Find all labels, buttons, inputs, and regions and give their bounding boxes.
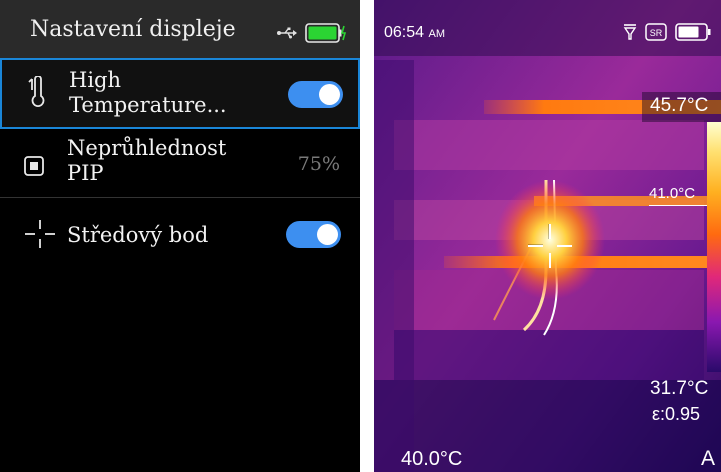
pip-square-icon — [24, 156, 44, 176]
setting-high-temperature[interactable]: High Temperature... — [0, 58, 360, 129]
setting-center-point[interactable]: Středový bod — [0, 200, 360, 270]
center-point-label: Středový bod — [67, 223, 209, 247]
min-temp-readout: 31.7°C — [650, 378, 709, 399]
clock: 06:54 AM — [384, 24, 445, 42]
battery-icon — [675, 23, 711, 41]
max-temp-readout: 45.7°C — [650, 95, 709, 116]
high-temperature-toggle[interactable] — [288, 81, 343, 108]
setting-pip-opacity[interactable]: Neprůhlednost PIP 75% — [0, 132, 360, 198]
center-temp-readout: 40.0°C — [401, 448, 463, 470]
clock-am-pm: AM — [428, 28, 446, 40]
sr-label: SR — [650, 28, 663, 38]
scale-marker-temp: 41.0°C — [649, 185, 696, 202]
usb-icon — [277, 27, 297, 39]
toggle-knob — [319, 84, 340, 105]
thermometer-icon — [28, 76, 45, 107]
thermal-view-screen: 06:54 AM SR 45.7°C 41.0°C 31.7°C ε:0.95 … — [374, 0, 721, 472]
page-title: Nastavení displeje — [30, 17, 236, 42]
clock-time: 06:54 — [384, 24, 425, 41]
center-crosshair-icon — [528, 224, 572, 268]
settings-header: Nastavení displeje — [0, 0, 360, 58]
filter-icon — [623, 24, 637, 40]
sr-icon: SR — [645, 23, 667, 41]
toggle-knob — [317, 224, 338, 245]
high-temperature-label: High Temperature... — [69, 68, 227, 117]
pip-opacity-value: 75% — [297, 153, 340, 175]
temperature-scale-bar — [707, 122, 721, 372]
range-mode-indicator: A — [701, 447, 716, 470]
center-point-toggle[interactable] — [286, 221, 341, 248]
emissivity-readout: ε:0.95 — [652, 404, 701, 424]
scale-marker-line — [649, 205, 707, 206]
crosshair-icon — [25, 220, 55, 248]
pip-opacity-label: Neprůhlednost PIP — [67, 136, 227, 185]
display-settings-screen: Nastavení displeje High Temperature... N… — [0, 0, 360, 472]
battery-full-icon — [305, 23, 347, 43]
status-bar: 06:54 AM SR — [374, 0, 721, 56]
